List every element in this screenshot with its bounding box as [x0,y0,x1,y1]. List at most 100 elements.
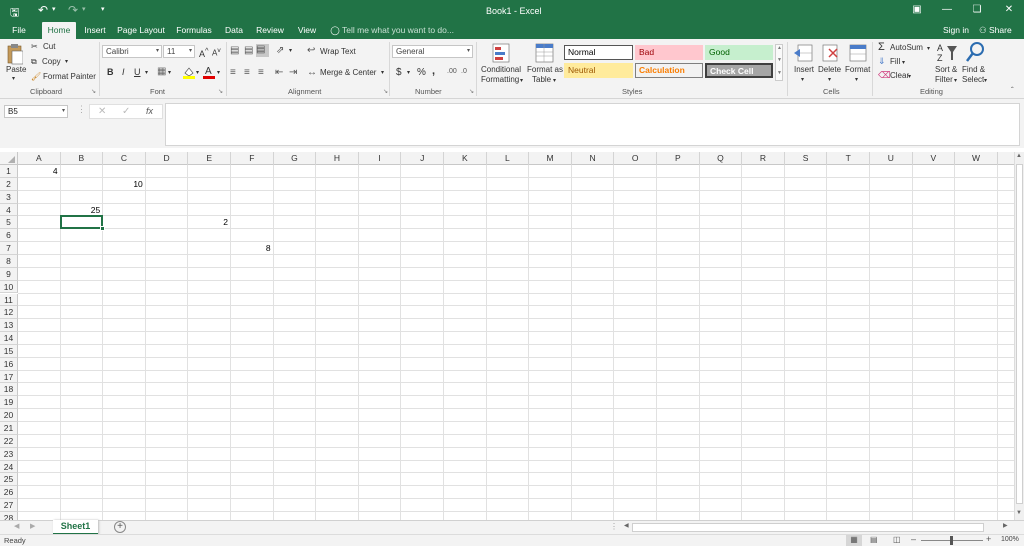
tab-view[interactable]: View [294,22,320,39]
align-left-icon[interactable]: ≡ [230,67,236,78]
tab-data[interactable]: Data [222,22,246,39]
zoom-out-icon[interactable]: – [911,534,916,544]
format-as-table-label-2[interactable]: Table [532,75,551,84]
decrease-decimal-icon[interactable]: .0 [461,68,467,75]
undo-dropdown-icon[interactable]: ▾ [52,5,56,13]
find-select-label-1[interactable]: Find & [962,65,985,74]
borders-dropdown-icon[interactable]: ▾ [168,69,171,76]
insert-cells-icon[interactable] [794,43,814,63]
minimize-button[interactable]: — [932,0,962,22]
zoom-in-icon[interactable]: + [986,534,991,544]
collapse-ribbon-icon[interactable]: ˆ [1011,86,1014,95]
customize-qat-icon[interactable]: ▾ [101,5,105,13]
style-check-cell[interactable]: Check Cell [705,63,773,78]
bold-button[interactable]: B [107,67,114,77]
font-launcher-icon[interactable]: ↘ [218,88,223,95]
conditional-formatting-label-1[interactable]: Conditional [481,65,521,74]
sort-filter-icon[interactable]: AZ [936,42,958,64]
bottom-align-icon[interactable]: ▤ [256,44,269,57]
percent-button[interactable]: % [417,67,426,78]
style-bad[interactable]: Bad [635,45,703,60]
format-button[interactable]: Format [845,65,870,74]
autosum-button[interactable]: AutoSum [890,43,923,52]
format-as-table-dropdown-icon[interactable]: ▾ [553,77,556,84]
style-good[interactable]: Good [705,45,773,60]
vertical-scrollbar[interactable]: ▲ ▼ [1014,152,1024,521]
styles-gallery-scroll[interactable]: ▲ ▼ ▼ [775,44,783,81]
paste-button[interactable]: Paste [6,65,26,74]
fill-handle[interactable] [100,226,106,232]
style-neutral[interactable]: Neutral [564,63,633,78]
cancel-icon[interactable]: ✕ [98,106,106,117]
page-break-view-icon[interactable]: ◫ [893,535,901,544]
undo-icon[interactable]: ↶ [38,3,48,17]
restore-button[interactable]: ❏ [962,0,992,22]
merge-dropdown-icon[interactable]: ▾ [381,69,384,76]
number-format-dropdown[interactable]: General ▾ [392,45,473,58]
redo-icon[interactable]: ↷ [68,3,78,17]
horizontal-scroll-thumb[interactable] [632,523,984,532]
orientation-icon[interactable]: ⇗ [276,45,284,56]
autosum-dropdown-icon[interactable]: ▾ [927,45,930,52]
decrease-indent-icon[interactable]: ⇤ [275,67,283,78]
conditional-formatting-icon[interactable] [492,43,512,65]
chevron-down-icon[interactable]: ▾ [62,106,65,117]
alignment-launcher-icon[interactable]: ↘ [383,88,388,95]
sheet-tab-sheet1[interactable]: Sheet1 [53,520,98,535]
align-right-icon[interactable]: ≡ [258,67,264,78]
format-painter-button[interactable]: Format Painter [43,72,96,81]
prev-sheet-icon[interactable]: ◀ [14,522,19,530]
orientation-dropdown-icon[interactable]: ▾ [289,47,292,54]
tab-file[interactable]: File [6,22,32,39]
paste-dropdown-icon[interactable]: ▾ [12,75,15,82]
underline-dropdown-icon[interactable]: ▾ [145,69,148,76]
share-button[interactable]: ⚇ Share [979,22,1012,39]
chevron-up-icon[interactable]: ▲ [777,45,782,51]
font-name-dropdown[interactable]: Calibri ▾ [102,45,162,58]
italic-button[interactable]: I [122,67,125,77]
zoom-level[interactable]: 100% [1001,536,1019,543]
enter-icon[interactable]: ✓ [122,106,130,117]
save-icon[interactable]: 🖫 [10,4,19,23]
tab-split-handle-icon[interactable]: ⋮ [610,522,618,531]
style-calculation[interactable]: Calculation [635,63,703,78]
paste-icon[interactable] [7,43,23,65]
clear-dropdown-icon[interactable]: ▾ [908,73,911,80]
worksheet-grid[interactable]: ABCDEFGHIJKLMNOPQRSTUVW 1 2 3 4 5 6 7 8 9 10 11 12 1… [0,152,1014,521]
wrap-text-button[interactable]: Wrap Text [320,47,356,56]
clipboard-launcher-icon[interactable]: ↘ [91,88,96,95]
sort-filter-dropdown-icon[interactable]: ▾ [954,77,957,84]
font-color-dropdown-icon[interactable]: ▾ [217,69,220,76]
format-as-table-icon[interactable] [535,43,555,65]
font-size-dropdown[interactable]: 11 ▾ [163,45,195,58]
tab-page-layout[interactable]: Page Layout [116,22,166,39]
insert-dropdown-icon[interactable]: ▾ [801,76,804,83]
clear-button[interactable]: Clear [890,71,909,80]
tab-formulas[interactable]: Formulas [173,22,215,39]
top-align-icon[interactable]: ▤ [230,45,239,56]
copy-dropdown-icon[interactable]: ▾ [65,58,68,65]
delete-button[interactable]: Delete [818,65,841,74]
shrink-font-button[interactable]: Av [212,47,221,58]
cells-layer[interactable]: 4 10 25 2 8 [0,152,1014,521]
cell-a1[interactable]: 4 [18,165,61,178]
delete-cells-icon[interactable] [821,43,841,63]
fill-button[interactable]: Fill [890,57,900,66]
tab-insert[interactable]: Insert [80,22,110,39]
increase-indent-icon[interactable]: ⇥ [289,67,297,78]
fill-dropdown-icon[interactable]: ▾ [902,59,905,66]
tell-me-input[interactable]: Tell me what you want to do... [342,22,454,39]
delete-dropdown-icon[interactable]: ▾ [828,76,831,83]
style-normal[interactable]: Normal [564,45,633,60]
scroll-up-icon[interactable]: ▲ [1016,153,1022,159]
scroll-right-icon[interactable]: ▶ [1003,522,1008,529]
conditional-formatting-dropdown-icon[interactable]: ▾ [520,77,523,84]
ribbon-display-options-icon[interactable]: ▣ [902,0,932,22]
underline-button[interactable]: U [134,67,141,77]
formula-input[interactable] [165,103,1020,146]
merge-center-button[interactable]: Merge & Center [320,68,376,77]
cell-e5[interactable]: 2 [188,216,231,229]
new-sheet-icon[interactable]: + [114,521,126,533]
format-as-table-label-1[interactable]: Format as [527,65,563,74]
zoom-slider-thumb[interactable] [950,536,953,545]
